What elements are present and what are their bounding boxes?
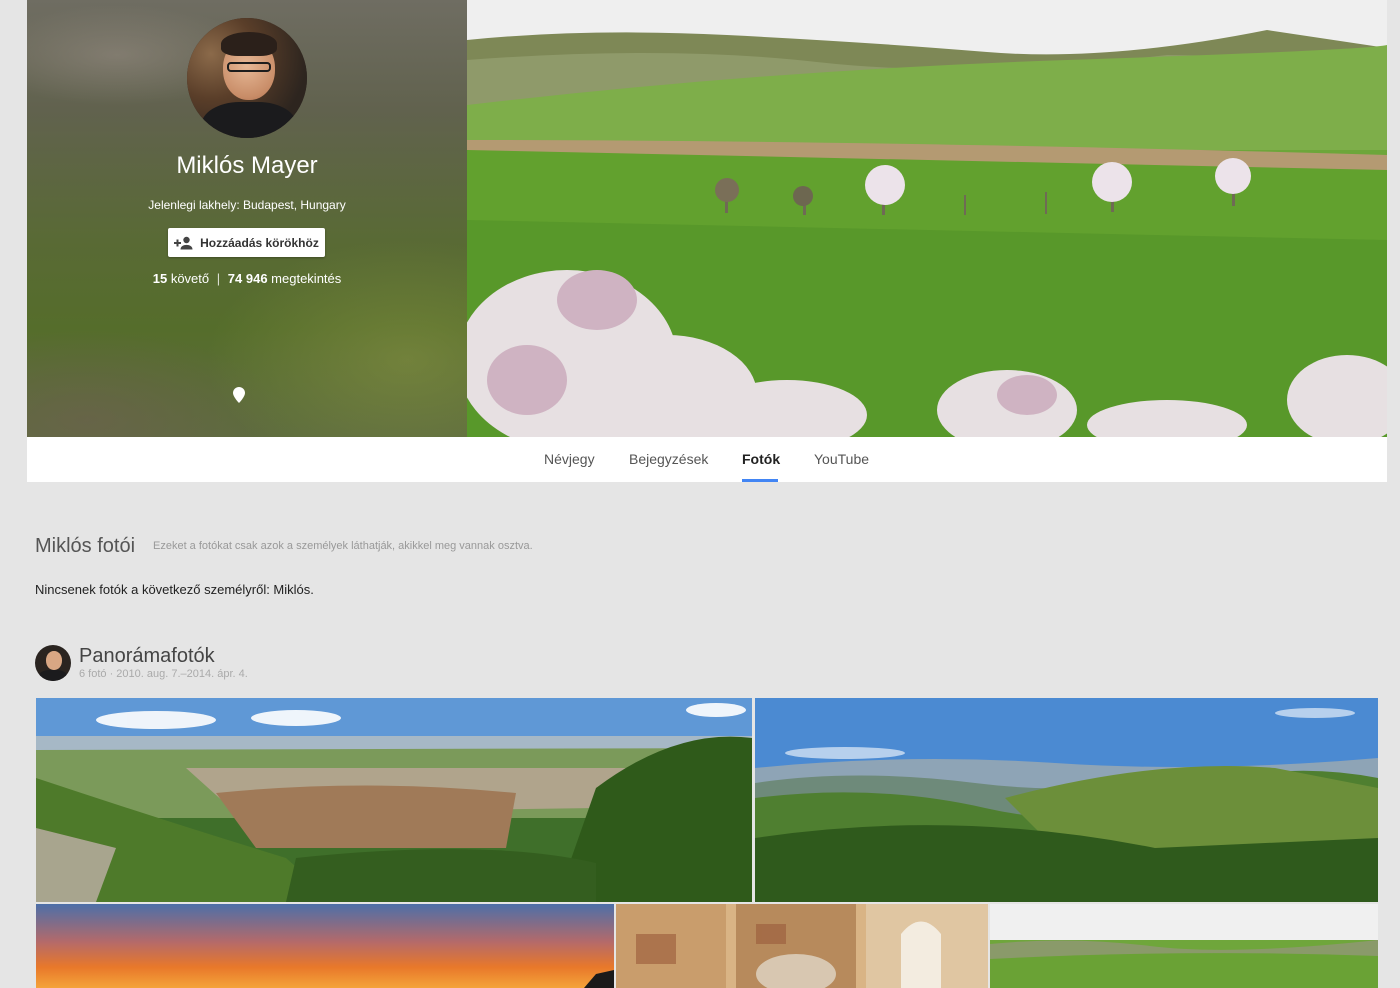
add-to-circles-label: Hozzáadás körökhöz bbox=[200, 235, 319, 250]
followers-count: 15 bbox=[152, 271, 168, 286]
person-add-icon bbox=[174, 236, 193, 249]
profile-stats: 15 követő | 74 946 megtekintés bbox=[27, 271, 467, 286]
profile-location: Jelenlegi lakhely: Budapest, Hungary bbox=[148, 198, 346, 212]
stats-separator: | bbox=[216, 271, 221, 286]
no-photos-message: Nincsenek fotók a következő személyről: … bbox=[35, 582, 314, 597]
followers-label[interactable]: követő bbox=[171, 271, 209, 286]
profile-panel: Miklós Mayer Jelenlegi lakhely: Budapest… bbox=[27, 0, 467, 437]
cover-photo[interactable] bbox=[467, 0, 1387, 437]
add-to-circles-button[interactable]: Hozzáadás körökhöz bbox=[168, 228, 325, 257]
profile-tabs: Névjegy Bejegyzések Fotók YouTube bbox=[467, 437, 1387, 482]
tab-posts[interactable]: Bejegyzések bbox=[629, 451, 708, 467]
location-pin-icon[interactable] bbox=[233, 387, 245, 403]
tab-about[interactable]: Névjegy bbox=[544, 451, 595, 467]
album-photo[interactable] bbox=[990, 904, 1378, 988]
active-tab-indicator bbox=[742, 479, 778, 482]
profile-name: Miklós Mayer bbox=[176, 152, 318, 179]
photos-section-title: Miklós fotói bbox=[35, 535, 136, 557]
views-count: 74 946 bbox=[227, 271, 268, 286]
profile-header: Miklós Mayer Jelenlegi lakhely: Budapest… bbox=[27, 0, 1387, 482]
photos-visibility-note: Ezeket a fotókat csak azok a személyek l… bbox=[153, 540, 533, 552]
album-photo[interactable] bbox=[36, 698, 752, 902]
tab-photos[interactable]: Fotók bbox=[742, 451, 780, 467]
profile-avatar[interactable] bbox=[187, 18, 307, 138]
album-title[interactable]: Panorámafotók bbox=[79, 645, 215, 668]
album-photo[interactable] bbox=[755, 698, 1378, 902]
tab-youtube[interactable]: YouTube bbox=[814, 451, 869, 467]
album-owner-avatar[interactable] bbox=[35, 645, 71, 681]
album-photo[interactable] bbox=[36, 904, 614, 988]
album-meta: 6 fotó · 2010. aug. 7.–2014. ápr. 4. bbox=[79, 668, 248, 680]
album-photo[interactable] bbox=[616, 904, 988, 988]
views-label: megtekintés bbox=[271, 271, 342, 286]
